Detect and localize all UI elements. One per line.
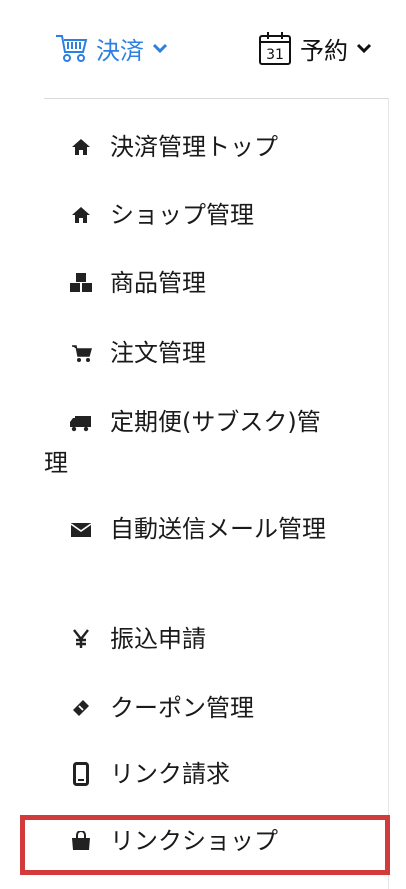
menu-item-auto-email-management[interactable]: 自動送信メール管理 — [44, 509, 354, 550]
menu-item-label: 振込申請 — [110, 625, 206, 653]
menu-item-label: 自動送信メール管理 — [110, 515, 326, 543]
mobile-icon — [66, 752, 96, 796]
chevron-down-icon — [152, 42, 168, 54]
chevron-down-icon — [356, 42, 372, 54]
home-icon — [66, 193, 96, 237]
menu-item-label: 商品管理 — [110, 269, 206, 297]
yen-icon — [66, 617, 96, 661]
menu-item-payment-top[interactable]: 決済管理トップ — [44, 125, 388, 169]
shopping-basket-icon — [54, 32, 88, 64]
truck-icon — [66, 403, 96, 443]
cart-icon — [66, 331, 96, 375]
nav-payment[interactable]: 決済 — [54, 28, 168, 68]
menu-item-transfer-request[interactable]: 振込申請 — [44, 617, 388, 661]
menu-item-product-management[interactable]: 商品管理 — [44, 261, 388, 305]
payment-dropdown-menu: 決済管理トップ ショップ管理 商品管理 注文管理 定期便(サブスク)管理 自動送… — [44, 98, 389, 889]
ticket-icon — [66, 686, 96, 730]
menu-item-label: ショップ管理 — [110, 201, 254, 229]
menu-item-link-billing[interactable]: リンク請求 — [44, 752, 388, 796]
calendar-day: 31 — [266, 47, 284, 63]
top-nav: 決済 31 予約 — [0, 0, 406, 92]
highlight-box — [20, 815, 390, 875]
cubes-icon — [66, 261, 96, 305]
nav-reserve-label: 予約 — [300, 36, 348, 65]
menu-item-label: リンク請求 — [110, 760, 230, 788]
menu-item-label: 決済管理トップ — [110, 133, 278, 161]
menu-item-coupon-management[interactable]: クーポン管理 — [44, 686, 388, 730]
menu-item-subscription-management[interactable]: 定期便(サブスク)管理 — [44, 402, 344, 483]
menu-item-shop-management[interactable]: ショップ管理 — [44, 193, 388, 237]
menu-item-label: クーポン管理 — [110, 694, 254, 722]
envelope-icon — [66, 510, 96, 550]
menu-item-order-management[interactable]: 注文管理 — [44, 331, 388, 375]
background-content — [388, 98, 406, 888]
calendar-icon: 31 — [258, 30, 292, 66]
home-icon — [66, 125, 96, 169]
nav-payment-label: 決済 — [96, 36, 144, 65]
menu-item-label: 注文管理 — [110, 339, 206, 367]
nav-reserve[interactable]: 31 予約 — [258, 28, 372, 68]
